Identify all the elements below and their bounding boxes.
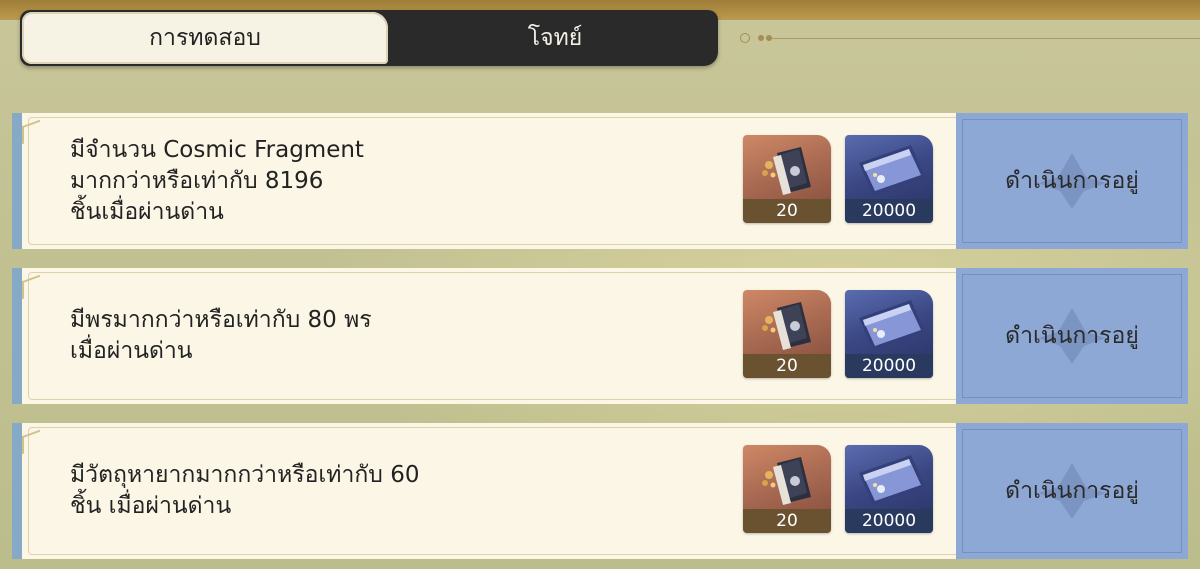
status-label: ดำเนินการอยู่	[1005, 323, 1139, 349]
reward-count: 20	[743, 199, 831, 223]
reward-book-item[interactable]: 20	[743, 445, 831, 533]
decorative-divider	[740, 33, 1200, 43]
credit-card-item-icon	[859, 455, 925, 505]
reward-count: 20	[743, 509, 831, 533]
challenge-description: มีวัตถุหายากมากกว่าหรือเท่ากับ 60 ชิ้น เ…	[70, 462, 420, 519]
status-label: ดำเนินการอยู่	[1005, 168, 1139, 194]
reward-count: 20000	[845, 354, 933, 378]
reward-count: 20000	[845, 509, 933, 533]
challenge-card: มีวัตถุหายากมากกว่าหรือเท่ากับ 60 ชิ้น เ…	[12, 423, 1188, 559]
status-in-progress-button[interactable]: ดำเนินการอยู่	[956, 113, 1188, 249]
reward-book-item[interactable]: 20	[743, 290, 831, 378]
tab-trial[interactable]: การทดสอบ	[22, 12, 388, 64]
challenge-card: มีจำนวน Cosmic Fragment มากกว่าหรือเท่าก…	[12, 113, 1188, 249]
challenge-card: มีพรมากกว่าหรือเท่ากับ 80 พร เมื่อผ่านด่…	[12, 268, 1188, 404]
reward-card-item[interactable]: 20000	[845, 290, 933, 378]
book-item-icon	[762, 457, 811, 505]
tab-quest[interactable]: โจทย์	[392, 10, 718, 66]
reward-count: 20	[743, 354, 831, 378]
reward-card-item[interactable]: 20000	[845, 135, 933, 223]
challenge-description: มีพรมากกว่าหรือเท่ากับ 80 พร เมื่อผ่านด่…	[70, 307, 372, 364]
challenge-description: มีจำนวน Cosmic Fragment มากกว่าหรือเท่าก…	[70, 136, 364, 225]
reward-count: 20000	[845, 199, 933, 223]
tab-bar: การทดสอบ โจทย์	[20, 10, 718, 66]
reward-book-item[interactable]: 20	[743, 135, 831, 223]
status-in-progress-button[interactable]: ดำเนินการอยู่	[956, 268, 1188, 404]
credit-card-item-icon	[859, 300, 925, 350]
reward-card-item[interactable]: 20000	[845, 445, 933, 533]
credit-card-item-icon	[859, 145, 925, 195]
status-label: ดำเนินการอยู่	[1005, 478, 1139, 504]
status-in-progress-button[interactable]: ดำเนินการอยู่	[956, 423, 1188, 559]
book-item-icon	[762, 302, 811, 350]
book-item-icon	[762, 147, 811, 195]
